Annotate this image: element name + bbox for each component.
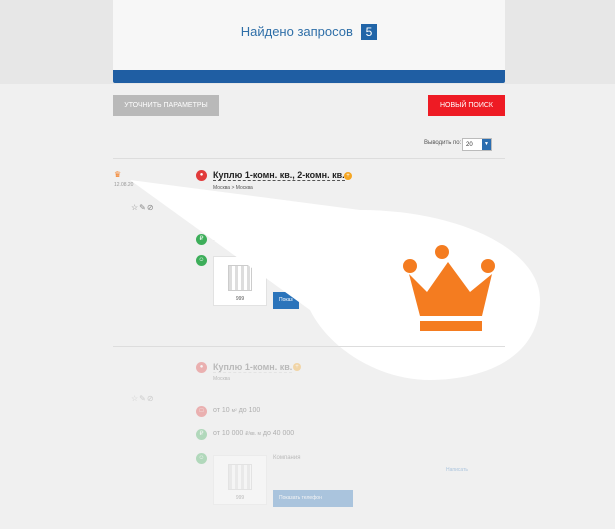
agent-photo: 999	[213, 455, 267, 505]
area-icon: □	[196, 406, 207, 417]
found-count-badge: 5	[360, 24, 378, 40]
per-page-value: 20	[466, 142, 473, 148]
request-actions: ☆✎⊘	[131, 394, 155, 403]
price-unit: ₽/кв. м	[245, 431, 261, 437]
hide-icon[interactable]: ⊘	[147, 394, 155, 403]
area-unit: м²	[231, 408, 237, 414]
price-to: до 40 000	[262, 430, 295, 437]
building-icon	[228, 464, 252, 490]
location-pin-icon: ●	[196, 362, 207, 373]
price-range: от 10 000 ₽/кв. м до 40 000	[213, 430, 294, 437]
show-phone-button[interactable]: Показать телефон	[273, 490, 353, 507]
per-page-select[interactable]: 20 ▼	[462, 138, 492, 151]
edit-icon[interactable]: ✎	[139, 394, 147, 403]
list-divider	[113, 346, 505, 347]
refine-params-button[interactable]: УТОЧНИТЬ ПАРАМЕТРЫ	[113, 95, 219, 116]
crown-icon: ♛	[114, 170, 122, 179]
area-from: от 10	[213, 407, 230, 414]
per-page-label: Выводить по:	[424, 140, 462, 146]
new-search-button[interactable]: НОВЫЙ ПОИСК	[428, 95, 505, 116]
crown-callout	[130, 180, 540, 380]
agent-type: Компания	[273, 455, 301, 461]
chevron-down-icon[interactable]: ▼	[482, 139, 491, 150]
write-message-link[interactable]: Написать	[446, 467, 468, 473]
star-icon[interactable]: ☆	[131, 394, 139, 403]
price-icon: ₽	[196, 429, 207, 440]
found-heading: Найдено запросов 5	[113, 24, 505, 40]
summary-accent-bar	[113, 70, 505, 83]
photo-count: 999	[235, 495, 245, 501]
area-range: от 10 м² до 100	[213, 407, 260, 414]
price-from: от 10 000	[213, 430, 244, 437]
plus-icon[interactable]: +	[293, 363, 301, 371]
results-summary: Найдено запросов 5	[113, 0, 505, 70]
list-divider	[113, 158, 505, 159]
agent-icon: ☺	[196, 453, 207, 464]
request-title[interactable]: Куплю 1-комн. кв.	[213, 362, 293, 373]
request-location: Москва	[213, 376, 231, 382]
area-to: до 100	[238, 407, 261, 414]
found-label: Найдено запросов	[240, 24, 353, 39]
